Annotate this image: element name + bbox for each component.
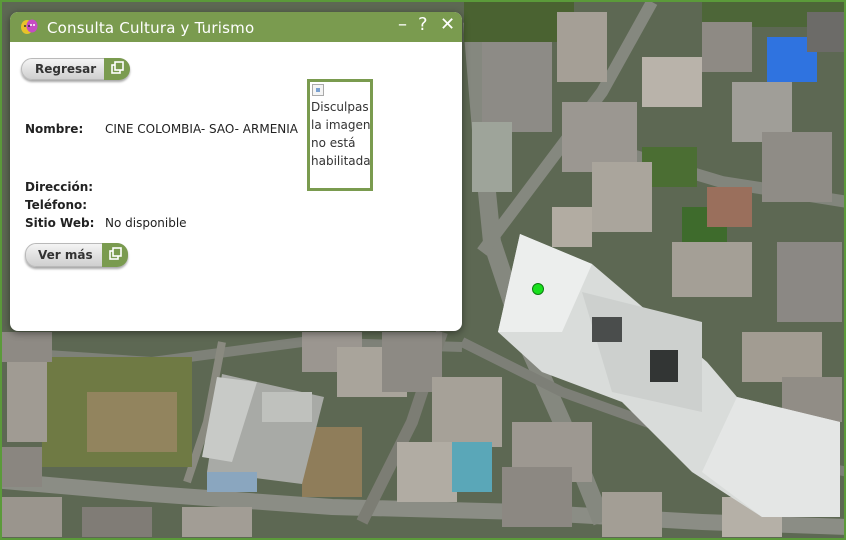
more-button[interactable]: Ver más	[25, 243, 128, 267]
address-label: Dirección:	[25, 180, 94, 194]
panel-title: Consulta Cultura y Turismo	[47, 19, 255, 37]
more-button-label: Ver más	[38, 248, 93, 262]
broken-image-icon	[312, 84, 324, 96]
theater-masks-icon	[20, 19, 38, 35]
back-button[interactable]: Regresar	[21, 58, 130, 80]
resize-handle[interactable]	[454, 322, 462, 331]
location-marker[interactable]	[532, 283, 544, 295]
website-label: Sitio Web:	[25, 216, 95, 230]
name-value: CINE COLOMBIA- SAO- ARMENIA	[105, 122, 299, 136]
website-value: No disponible	[105, 216, 187, 230]
info-panel: Consulta Cultura y Turismo – ? ✕ Regresa…	[10, 12, 462, 331]
minimize-button[interactable]: –	[398, 14, 407, 36]
help-button[interactable]: ?	[418, 14, 428, 36]
place-image: Disculpas la imagen no está habilitada	[307, 79, 373, 191]
phone-label: Teléfono:	[25, 198, 88, 212]
panel-header[interactable]: Consulta Cultura y Turismo – ? ✕	[10, 12, 462, 42]
back-button-label: Regresar	[35, 62, 97, 76]
external-link-icon	[102, 243, 128, 267]
close-button[interactable]: ✕	[440, 14, 455, 36]
image-alt-text: Disculpas la imagen no está habilitada	[311, 100, 371, 168]
name-label: Nombre:	[25, 122, 84, 136]
external-link-icon	[104, 58, 130, 80]
